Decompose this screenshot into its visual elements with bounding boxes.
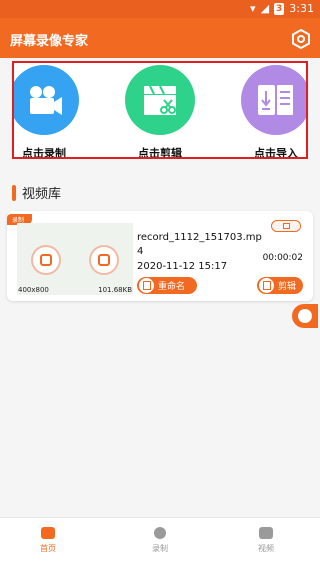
import-file-icon	[258, 85, 293, 115]
signal-icon: ◢	[260, 2, 270, 15]
app-title: 屏幕录像专家	[10, 34, 89, 49]
battery-indicator: 3	[274, 2, 285, 15]
hexagon-settings-icon	[292, 28, 310, 50]
video-duration: 00:00:02	[262, 253, 303, 263]
edit-button[interactable]: 剪辑	[257, 277, 303, 294]
edit-label: 点击剪辑	[138, 147, 182, 159]
record-function[interactable]: 点击录制	[14, 65, 84, 159]
nav-video[interactable]: 视频	[226, 527, 306, 554]
nav-home[interactable]: 首页	[8, 527, 88, 554]
edit-icon	[259, 278, 274, 293]
record-icon	[298, 309, 312, 323]
clapperboard-scissors-icon	[144, 85, 176, 115]
nav-record-label: 录制	[152, 544, 168, 553]
status-bar: ▾ ◢ 3 3:31	[0, 0, 320, 18]
video-card[interactable]: 录制 400x800 101.68KB record_1112_151703.m…	[7, 211, 313, 301]
video-library-header: 视频库	[12, 183, 61, 202]
video-size: 101.68KB	[98, 286, 132, 294]
nav-home-label: 首页	[40, 544, 56, 553]
video-camera-icon	[30, 86, 62, 115]
rename-icon	[139, 278, 154, 293]
function-panel: 点击录制 点击剪辑 点击导入	[12, 61, 308, 159]
delete-button[interactable]	[271, 220, 301, 232]
video-date: 2020-11-12 15:17	[137, 261, 228, 272]
import-function[interactable]: 点击导入	[236, 65, 306, 159]
video-nav-icon	[259, 527, 273, 539]
record-nav-icon	[154, 527, 166, 539]
nav-record[interactable]: 录制	[120, 527, 200, 554]
pause-icon	[31, 245, 61, 275]
record-label: 点击录制	[22, 147, 66, 159]
home-icon	[41, 527, 55, 539]
section-accent-bar	[12, 184, 16, 201]
nav-video-label: 视频	[258, 544, 274, 553]
app-bar: 屏幕录像专家	[0, 18, 320, 58]
rename-button[interactable]: 重命名	[137, 277, 197, 294]
stop-icon	[89, 245, 119, 275]
import-label: 点击导入	[254, 147, 298, 159]
status-time: 3:31	[289, 2, 314, 15]
video-file-name: record_1112_151703.mp4	[137, 232, 262, 257]
video-thumbnail[interactable]: 400x800 101.68KB	[17, 223, 133, 295]
video-resolution: 400x800	[18, 286, 49, 294]
trash-icon	[283, 223, 290, 229]
rename-label: 重命名	[158, 282, 186, 292]
wifi-icon: ▾	[250, 2, 256, 15]
floating-record-button[interactable]	[292, 304, 318, 328]
edit-function[interactable]: 点击剪辑	[120, 65, 200, 157]
settings-button[interactable]	[290, 28, 312, 50]
section-title: 视频库	[22, 187, 62, 202]
bottom-navigation: 首页 录制 视频	[0, 517, 320, 569]
edit-label: 剪辑	[278, 282, 297, 292]
